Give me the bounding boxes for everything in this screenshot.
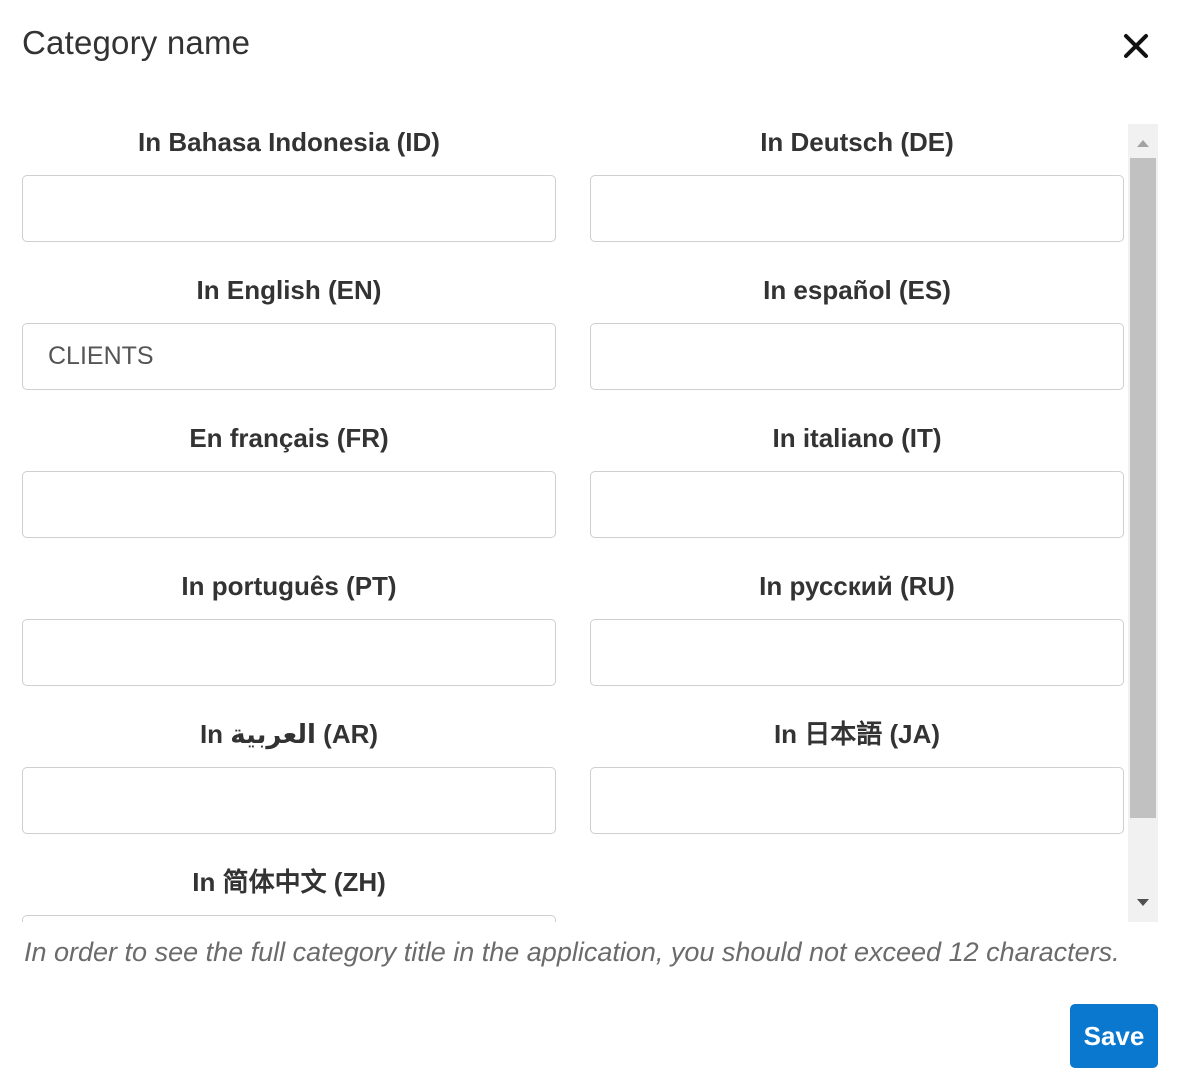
field-label-ar: In العربية (AR) xyxy=(199,719,379,749)
input-pt[interactable] xyxy=(22,619,556,686)
field-label-es: In español (ES) xyxy=(763,275,951,305)
input-ja[interactable] xyxy=(590,767,1124,834)
language-fields-scroll-area[interactable]: In Bahasa Indonesia (ID) In Deutsch (DE)… xyxy=(0,124,1158,922)
field-pt: In português (PT) xyxy=(22,568,556,686)
input-ru[interactable] xyxy=(590,619,1124,686)
input-ar[interactable] xyxy=(22,767,556,834)
save-button[interactable]: Save xyxy=(1070,1004,1158,1068)
close-button[interactable] xyxy=(1116,26,1156,66)
input-es[interactable] xyxy=(590,323,1124,390)
field-label-de: In Deutsch (DE) xyxy=(760,127,954,157)
field-label-ru: In русский (RU) xyxy=(759,571,955,601)
field-zh: In 简体中文 (ZH) xyxy=(22,864,556,922)
field-label-pt: In português (PT) xyxy=(181,571,397,601)
input-de[interactable] xyxy=(590,175,1124,242)
category-name-dialog: Category name In Bahasa Indonesia (ID) I… xyxy=(0,0,1178,1086)
field-label-en: In English (EN) xyxy=(196,275,382,305)
field-it: In italiano (IT) xyxy=(590,420,1124,538)
field-ja: In 日本語 (JA) xyxy=(590,716,1124,834)
field-id: In Bahasa Indonesia (ID) xyxy=(22,124,556,242)
input-it[interactable] xyxy=(590,471,1124,538)
scroll-up-icon[interactable] xyxy=(1128,128,1158,158)
dialog-title: Category name xyxy=(22,24,251,61)
field-ar: In العربية (AR) xyxy=(22,716,556,834)
field-label-it: In italiano (IT) xyxy=(772,423,942,453)
field-label-fr: En français (FR) xyxy=(189,423,389,453)
field-label-ja: In 日本語 (JA) xyxy=(773,719,941,749)
close-icon xyxy=(1124,34,1148,58)
field-ru: In русский (RU) xyxy=(590,568,1124,686)
scrollbar[interactable] xyxy=(1128,124,1158,922)
field-fr: En français (FR) xyxy=(22,420,556,538)
field-en: In English (EN) xyxy=(22,272,556,390)
character-limit-hint: In order to see the full category title … xyxy=(24,937,1120,967)
input-fr[interactable] xyxy=(22,471,556,538)
field-de: In Deutsch (DE) xyxy=(590,124,1124,242)
input-en[interactable] xyxy=(22,323,556,390)
input-id[interactable] xyxy=(22,175,556,242)
field-label-id: In Bahasa Indonesia (ID) xyxy=(138,127,440,157)
scroll-thumb[interactable] xyxy=(1130,158,1156,818)
scroll-down-icon[interactable] xyxy=(1128,888,1158,918)
field-label-zh: In 简体中文 (ZH) xyxy=(192,867,386,897)
field-es: In español (ES) xyxy=(590,272,1124,390)
input-zh[interactable] xyxy=(22,915,556,922)
